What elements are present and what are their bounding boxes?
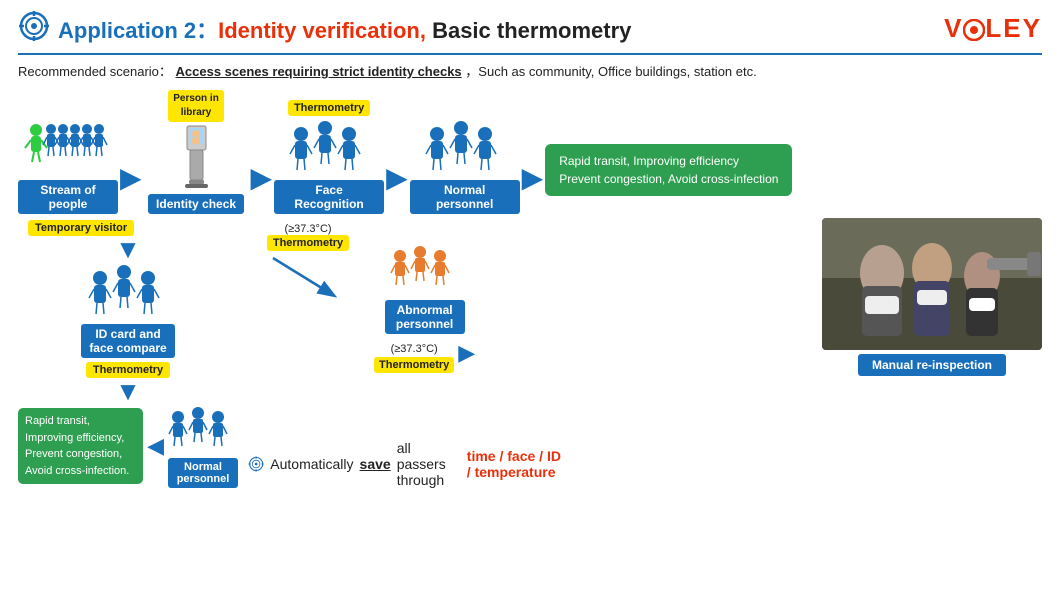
header-icon [18,10,50,47]
node-id-compare: ID card and face compare [81,262,174,358]
page: Application 2：Identity verification, Bas… [0,0,1060,594]
node-stream: Stream of people [18,116,118,214]
app-num: Application 2： [58,18,218,43]
thermometry-mid-tag: Thermometry [374,357,454,373]
right-section: Manual re-inspection [822,218,1042,488]
arrow-left-1: ◀ [147,433,164,459]
stream-label: Stream of people [18,180,118,214]
diag-area: (≥37.3°C) Thermometry [248,223,368,303]
logo: VLEY [944,13,1042,44]
abnormal-col: Abnormal personnel (≥37.3°C) Thermometry… [374,243,475,376]
manual-photo [822,218,1042,350]
arrow-right-abnormal: ▶ [458,340,475,366]
arrow-4: ▶ [522,161,544,194]
normal-bottom-label: Normal personnel [168,458,238,488]
arrow-2: ▶ [251,161,273,194]
person-in-library-tag: Person in library [168,90,224,122]
manual-label: Manual re-inspection [858,354,1006,376]
node-identity: Person in library Identity check [144,90,249,214]
green-box-bottom: Rapid transit, Improving efficiency, Pre… [18,408,143,484]
middle-branch: (≥37.3°C) Thermometry [248,218,568,488]
save-line: Automatically save all passers through t… [248,426,568,488]
arrow-down-1: ▼ [115,236,141,262]
normal-bottom-row: Rapid transit, Improving efficiency, Pre… [18,404,238,488]
result-green-box: Rapid transit, Improving efficiency Prev… [545,144,792,196]
node-normal-bottom: Normal personnel [168,404,238,488]
identity-highlight: Identity verification, [218,18,426,43]
abnormal-to-manual: (≥37.3°C) Thermometry ▶ [374,340,475,376]
node-face: Thermometry [274,100,384,214]
face-label: Face Recognition [274,180,384,214]
header-title: Application 2：Identity verification, Bas… [58,13,631,45]
save-middle: all passers through [397,440,461,488]
normal-top-label: Normal personnel [410,180,520,214]
temp-threshold-2: (≥37.3°C) [391,343,438,355]
abnormal-label: Abnormal personnel [385,300,465,334]
save-word: save [360,456,391,472]
header: Application 2：Identity verification, Bas… [18,10,1042,55]
thermometry-tag-1: Thermometry [288,100,370,116]
thermometry-tag-2: Thermometry [267,235,349,251]
arrow-down-3: ▼ [115,378,141,404]
save-prefix: Automatically [270,456,353,472]
left-branch: Temporary visitor ▼ [18,218,238,488]
node-normal-top: Normal personnel [410,118,520,214]
arrow-1: ▶ [120,161,142,194]
arrow-3: ▶ [386,161,408,194]
id-compare-label: ID card and face compare [81,324,174,358]
identity-label: Identity check [148,194,244,214]
scenario-line: Recommended scenario： Access scenes requ… [18,61,1042,80]
node-abnormal: Abnormal personnel [385,243,465,334]
temp-threshold-top: (≥37.3°C) [284,223,331,235]
target-icon [248,449,264,479]
save-highlights: time / face / ID / temperature [467,448,568,480]
